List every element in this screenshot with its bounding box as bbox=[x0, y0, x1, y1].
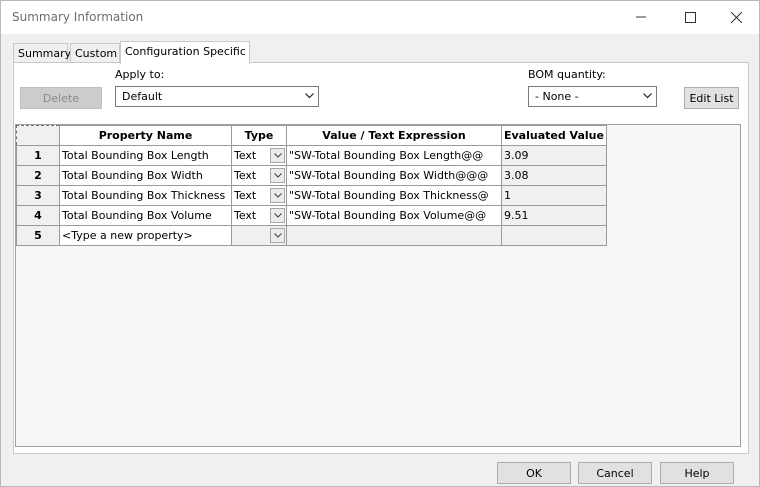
minimize-icon bbox=[636, 16, 646, 18]
edit-list-label: Edit List bbox=[689, 91, 734, 105]
chevron-down-icon bbox=[305, 92, 314, 98]
cancel-button[interactable]: Cancel bbox=[578, 462, 652, 484]
chevron-down-icon bbox=[273, 213, 282, 218]
type-value: Text bbox=[234, 169, 257, 182]
property-name-cell[interactable]: Total Bounding Box Thickness bbox=[59, 185, 232, 206]
tab-label: Configuration Specific bbox=[125, 45, 246, 58]
tab-label: Custom bbox=[75, 47, 118, 60]
close-icon bbox=[730, 11, 742, 23]
properties-table: Property Name Type Value / Text Expressi… bbox=[16, 125, 607, 246]
evaluated-value-cell: 9.51 bbox=[501, 205, 607, 226]
maximize-icon bbox=[684, 11, 696, 23]
ok-button[interactable]: OK bbox=[497, 462, 571, 484]
bom-quantity-dropdown[interactable]: - None - bbox=[528, 86, 657, 107]
help-label: Help bbox=[684, 466, 710, 480]
delete-button-label: Delete bbox=[42, 91, 80, 105]
property-name-cell[interactable]: Total Bounding Box Length bbox=[59, 145, 232, 166]
value-expression-cell[interactable]: "SW-Total Bounding Box Thickness@ bbox=[286, 185, 502, 206]
evaluated-value-cell: 1 bbox=[501, 185, 607, 206]
table-header-row: Property Name Type Value / Text Expressi… bbox=[16, 125, 607, 146]
type-dropdown-button[interactable] bbox=[270, 228, 285, 243]
bom-quantity-label: BOM quantity: bbox=[528, 68, 606, 81]
minimize-button[interactable] bbox=[618, 1, 664, 33]
row-number[interactable]: 4 bbox=[16, 205, 60, 226]
row-number[interactable]: 3 bbox=[16, 185, 60, 206]
type-dropdown-button[interactable] bbox=[270, 168, 285, 183]
column-header-type[interactable]: Type bbox=[231, 125, 287, 146]
help-button[interactable]: Help bbox=[660, 462, 734, 484]
table-row: 3 Total Bounding Box Thickness Text "SW-… bbox=[16, 185, 607, 206]
column-header-value-expression[interactable]: Value / Text Expression bbox=[286, 125, 502, 146]
type-dropdown-button[interactable] bbox=[270, 148, 285, 163]
evaluated-value-cell: 3.09 bbox=[501, 145, 607, 166]
type-cell[interactable] bbox=[231, 225, 287, 246]
edit-list-button[interactable]: Edit List bbox=[684, 87, 739, 109]
apply-to-label: Apply to: bbox=[115, 68, 165, 81]
property-name-cell[interactable]: Total Bounding Box Width bbox=[59, 165, 232, 186]
type-cell[interactable]: Text bbox=[231, 205, 287, 226]
close-button[interactable] bbox=[713, 1, 759, 33]
tab-custom[interactable]: Custom bbox=[70, 43, 120, 63]
new-property-name-cell[interactable]: <Type a new property> bbox=[59, 225, 232, 246]
chevron-down-icon bbox=[273, 173, 282, 178]
bom-quantity-value: - None - bbox=[535, 90, 579, 103]
apply-to-value: Default bbox=[122, 90, 163, 103]
table-row-new: 5 <Type a new property> bbox=[16, 225, 607, 246]
table-row: 1 Total Bounding Box Length Text "SW-Tot… bbox=[16, 145, 607, 166]
tab-label: Summary bbox=[18, 47, 72, 60]
row-number[interactable]: 5 bbox=[16, 225, 60, 246]
evaluated-value-cell bbox=[501, 225, 607, 246]
value-expression-cell[interactable]: "SW-Total Bounding Box Volume@@ bbox=[286, 205, 502, 226]
title-bar: Summary Information bbox=[1, 1, 759, 34]
cancel-label: Cancel bbox=[596, 466, 634, 480]
maximize-button[interactable] bbox=[667, 1, 713, 33]
chevron-down-icon bbox=[273, 233, 282, 238]
type-cell[interactable]: Text bbox=[231, 145, 287, 166]
type-value: Text bbox=[234, 209, 257, 222]
properties-grid: Property Name Type Value / Text Expressi… bbox=[15, 124, 741, 447]
value-expression-cell[interactable]: "SW-Total Bounding Box Width@@@ bbox=[286, 165, 502, 186]
type-dropdown-button[interactable] bbox=[270, 188, 285, 203]
type-cell[interactable]: Text bbox=[231, 165, 287, 186]
value-expression-cell[interactable] bbox=[286, 225, 502, 246]
summary-information-dialog: Summary Information Summary Custom Confi… bbox=[0, 0, 760, 487]
type-value: Text bbox=[234, 149, 257, 162]
table-row: 2 Total Bounding Box Width Text "SW-Tota… bbox=[16, 165, 607, 186]
chevron-down-icon bbox=[643, 92, 652, 98]
chevron-down-icon bbox=[273, 153, 282, 158]
type-dropdown-button[interactable] bbox=[270, 208, 285, 223]
tab-configuration-specific[interactable]: Configuration Specific bbox=[120, 41, 250, 64]
value-expression-cell[interactable]: "SW-Total Bounding Box Length@@ bbox=[286, 145, 502, 166]
tab-summary[interactable]: Summary bbox=[13, 43, 72, 63]
delete-button[interactable]: Delete bbox=[20, 87, 102, 109]
apply-to-dropdown[interactable]: Default bbox=[115, 86, 319, 107]
ok-label: OK bbox=[526, 466, 542, 480]
table-row: 4 Total Bounding Box Volume Text "SW-Tot… bbox=[16, 205, 607, 226]
type-value: Text bbox=[234, 189, 257, 202]
property-name-cell[interactable]: Total Bounding Box Volume bbox=[59, 205, 232, 226]
row-number[interactable]: 1 bbox=[16, 145, 60, 166]
evaluated-value-cell: 3.08 bbox=[501, 165, 607, 186]
chevron-down-icon bbox=[273, 193, 282, 198]
type-cell[interactable]: Text bbox=[231, 185, 287, 206]
column-header-evaluated-value[interactable]: Evaluated Value bbox=[501, 125, 607, 146]
window-title: Summary Information bbox=[12, 10, 144, 24]
select-all-corner[interactable] bbox=[16, 125, 60, 146]
row-number[interactable]: 2 bbox=[16, 165, 60, 186]
column-header-property-name[interactable]: Property Name bbox=[59, 125, 232, 146]
